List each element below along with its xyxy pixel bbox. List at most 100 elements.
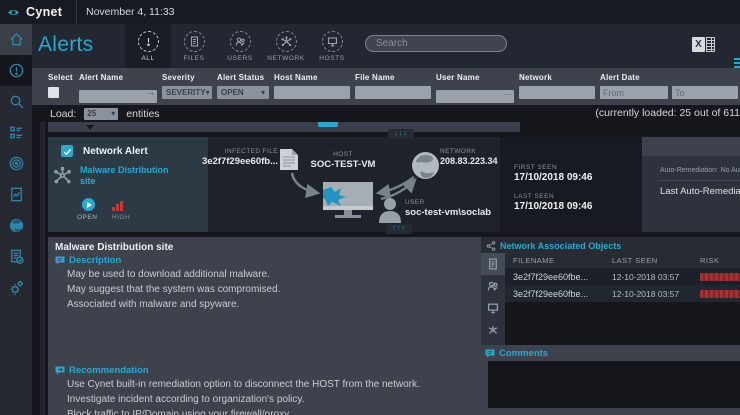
comments-bubble-icon	[485, 349, 495, 358]
risk-bar	[700, 272, 740, 281]
comments-box[interactable]	[488, 361, 740, 408]
severity-high-icon	[112, 201, 123, 211]
infected-file-block: INFECTED FILE 3e2f7f29ee60fb...	[188, 148, 278, 167]
table-row[interactable]: 3e2f7f29ee60fbe... 12-10-2018 03:57	[505, 285, 740, 302]
cynet-alerts-screen: Cynet November 4, 11:33 Alerts ALL FILES…	[0, 0, 740, 415]
tab-hosts[interactable]: HOSTS	[309, 24, 355, 68]
excel-x-icon: X	[692, 37, 705, 52]
load-label: Load:	[50, 107, 77, 120]
chevron-down-icon: ▾	[111, 109, 116, 118]
last-seen-cell: 12-10-2018 03:57	[612, 288, 680, 299]
alert-status-label: Alert Status	[217, 73, 265, 82]
object-type-network[interactable]	[481, 319, 505, 341]
description-header: Description	[55, 255, 121, 266]
description-bubble-icon	[55, 256, 65, 265]
alert-checkbox[interactable]	[61, 145, 73, 157]
topbar-separator	[76, 0, 77, 24]
alert-entity-map: INFECTED FILE 3e2f7f29ee60fb... HOST SOC…	[202, 137, 500, 232]
file-name-label: File Name	[355, 73, 395, 82]
description-line: Associated with malware and spyware.	[67, 299, 240, 310]
recommendation-line: Block traffic to IP/Domain using your fi…	[67, 409, 290, 415]
comments-header: Comments	[485, 348, 548, 359]
sidebar-item-settings[interactable]	[0, 272, 32, 303]
user-name-label: User Name	[436, 73, 480, 82]
select-all-checkbox[interactable]	[48, 87, 59, 98]
collapse-triangle-icon	[86, 125, 94, 130]
file-name-filter-input[interactable]	[355, 86, 431, 99]
user-block: USER soc-test-vm\soclab	[405, 199, 491, 218]
users-icon	[235, 37, 245, 46]
last-auto-remediation-action[interactable]: Last Auto-Remediation Action	[660, 186, 740, 197]
report-chart-icon	[10, 187, 22, 202]
target-icon	[9, 156, 23, 171]
network-label: NETWORK	[440, 148, 477, 155]
severity-select[interactable]: SEVERITY ▾	[162, 86, 212, 99]
alert-name-link[interactable]: Malware Distribution site	[80, 165, 170, 187]
date-from-input[interactable]	[600, 86, 668, 99]
tab-all[interactable]: ALL	[125, 24, 171, 68]
user-name-more-icon[interactable]: …	[504, 87, 512, 98]
alert-details-panel: Malware Distribution site Description Ma…	[48, 237, 481, 415]
user-value[interactable]: soc-test-vm\soclab	[405, 207, 491, 218]
sidebar-item-home[interactable]	[0, 24, 32, 55]
host-value[interactable]: SOC-TEST-VM	[310, 159, 376, 170]
export-excel-button[interactable]: X	[692, 37, 715, 52]
file-icon	[489, 258, 497, 270]
associated-objects-table: FILENAME LAST SEEN RISK 3e2f7f29ee60fbe.…	[505, 253, 740, 345]
sidebar-item-search[interactable]	[0, 86, 32, 117]
user-name-filter-input[interactable]	[436, 89, 514, 103]
description-line: May be used to download additional malwa…	[67, 269, 270, 280]
risk-bar	[700, 289, 740, 298]
sidebar-item-document-check[interactable]	[0, 241, 32, 272]
sidebar-item-checklist[interactable]	[0, 117, 32, 148]
date-to-input[interactable]	[672, 86, 738, 99]
document-check-icon	[10, 249, 23, 264]
sidebar-item-target[interactable]	[0, 148, 32, 179]
infected-file-label: INFECTED FILE	[224, 148, 278, 155]
load-row: Load: 25 ▾ entities (currently loaded: 2…	[32, 105, 740, 122]
network-globe-icon	[412, 152, 439, 179]
tab-files[interactable]: FILES	[171, 24, 217, 68]
checklist-icon	[9, 126, 22, 139]
search-input[interactable]	[365, 35, 507, 52]
status-open-icon[interactable]	[82, 198, 95, 211]
host-name-label: Host Name	[274, 73, 318, 82]
tab-users[interactable]: USERS	[217, 24, 263, 68]
filename-cell: 3e2f7f29ee60fbe...	[513, 288, 589, 299]
remediation-toolbar	[642, 137, 740, 156]
filename-cell: 3e2f7f29ee60fbe...	[513, 271, 589, 282]
object-type-files[interactable]	[481, 253, 505, 275]
globe-icon	[9, 218, 23, 233]
collapsed-row-strip[interactable]	[48, 122, 520, 132]
search-icon	[10, 95, 23, 109]
alert-card[interactable]: Network Alert Malware Distribution site …	[48, 137, 740, 232]
object-type-users[interactable]	[481, 275, 505, 297]
tab-network[interactable]: NETWORK	[263, 24, 309, 68]
host-name-filter-input[interactable]	[274, 86, 350, 99]
scrollbar-track[interactable]	[40, 122, 45, 415]
alert-type-tabs: ALL FILES USERS NETWORK HOSTS	[125, 24, 355, 68]
object-type-hosts[interactable]	[481, 297, 505, 319]
alert-status-select[interactable]: OPEN ▾	[217, 86, 269, 99]
infected-file-value[interactable]: 3e2f7f29ee60fb...	[188, 156, 278, 167]
first-seen-label: FIRST SEEN	[514, 164, 558, 171]
recommendation-line: Use Cynet built-in remediation option to…	[67, 379, 420, 390]
network-filter-input[interactable]	[519, 86, 595, 99]
sidebar-item-alerts[interactable]	[0, 55, 32, 86]
load-count-select[interactable]: 25 ▾	[84, 107, 119, 120]
scroll-down-button[interactable]: ↓↓↓	[388, 129, 414, 139]
expander-handle[interactable]	[318, 122, 338, 127]
brand[interactable]: Cynet	[0, 5, 67, 19]
table-row[interactable]: 3e2f7f29ee60fbe... 12-10-2018 03:57	[505, 268, 740, 285]
severity-high-label: HIGH	[112, 214, 131, 221]
sidebar-item-globe[interactable]	[0, 210, 32, 241]
scroll-up-button[interactable]: ↑↑↑	[386, 224, 412, 234]
alert-name-filter-icon[interactable]: →	[147, 87, 155, 98]
column-last-seen: LAST SEEN	[612, 256, 658, 265]
network-ip-value[interactable]: 208.83.223.34	[440, 156, 498, 166]
entities-label: entities	[126, 107, 160, 120]
table-header-row: FILENAME LAST SEEN RISK	[505, 253, 740, 268]
alert-name-filter-input[interactable]	[79, 89, 157, 103]
sidebar-item-reports[interactable]	[0, 179, 32, 210]
remediation-panel: Auto-Remediation: No Auto-Remediation La…	[642, 137, 740, 232]
